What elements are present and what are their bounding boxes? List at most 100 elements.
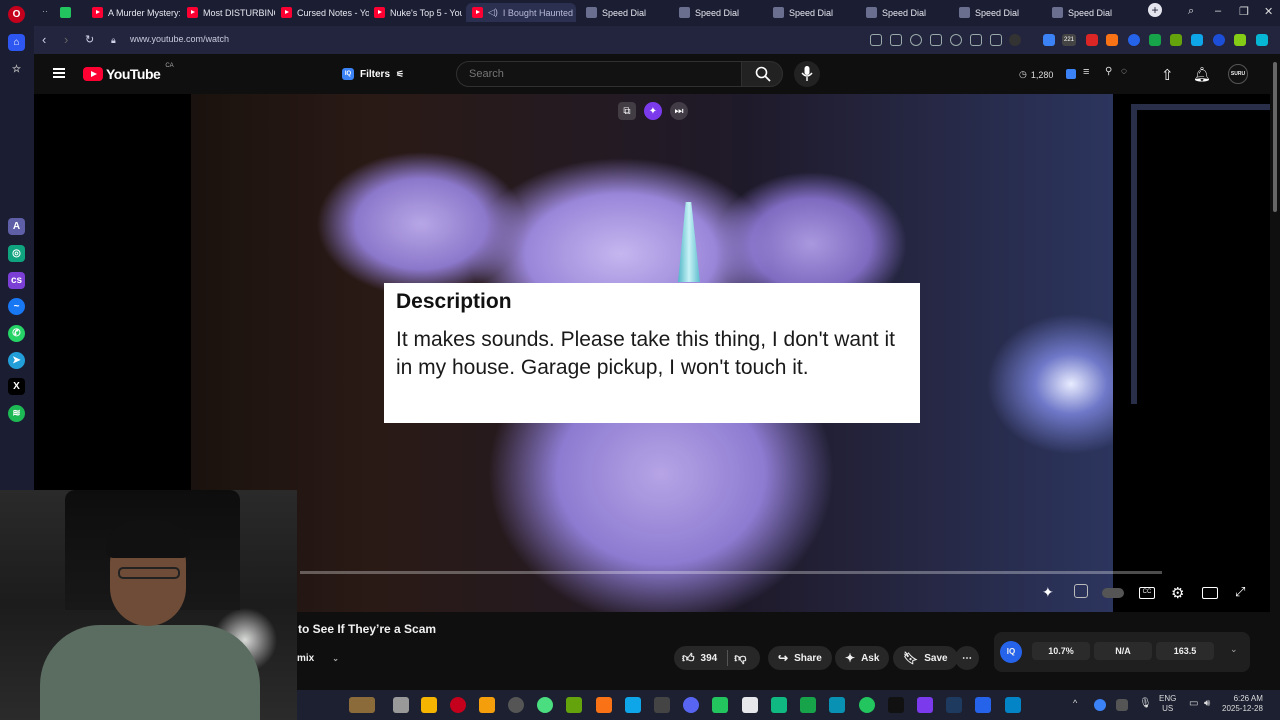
language-indicator[interactable]: ENG US (1159, 694, 1176, 714)
page-scrollbar[interactable] (1270, 54, 1280, 614)
voice-search-button[interactable] (794, 61, 820, 87)
tab-6[interactable]: Speed Dial (673, 3, 761, 22)
tab-menu-icon[interactable]: ·· (42, 6, 48, 16)
extension-icon[interactable] (1086, 34, 1098, 46)
aria-icon[interactable]: A (8, 218, 25, 235)
profile-avatar-icon[interactable] (1009, 34, 1021, 46)
app-icon[interactable] (508, 697, 524, 713)
like-button[interactable]: 👍︎ 394 (682, 651, 717, 666)
edit-icon[interactable] (870, 34, 882, 46)
url-field[interactable]: www.youtube.com/watch (130, 34, 229, 44)
minimize-icon[interactable]: – (1215, 5, 1221, 17)
extension-icon[interactable] (1234, 34, 1246, 46)
iq-icon[interactable] (1074, 584, 1088, 598)
new-tab-icon[interactable]: + (1148, 3, 1162, 17)
menu-icon[interactable] (990, 34, 1002, 46)
extension-icon[interactable] (1128, 34, 1140, 46)
fullscreen-icon[interactable]: ⤢ (1235, 584, 1253, 602)
chevron-down-icon[interactable]: ⌄ (1230, 644, 1238, 655)
app-icon[interactable] (829, 697, 845, 713)
extension-icon[interactable] (1213, 34, 1225, 46)
pinned-tab-icon[interactable] (60, 7, 71, 18)
app-icon[interactable] (479, 697, 495, 713)
save-button[interactable]: 🔖︎ Save (893, 646, 958, 670)
tab-1[interactable]: Most DISTURBING A (181, 3, 275, 22)
forward-icon[interactable]: › (64, 32, 68, 47)
microphone-icon[interactable]: 🎙︎ (1139, 698, 1152, 709)
opera-icon[interactable] (450, 697, 466, 713)
app-icon[interactable] (975, 697, 991, 713)
guide-menu-icon[interactable] (53, 68, 65, 78)
search-tabs-icon[interactable]: ⌕ (1188, 5, 1194, 18)
tab-8[interactable]: Speed Dial (860, 3, 948, 22)
camera-icon[interactable] (890, 34, 902, 46)
spotify-icon[interactable]: ≋ (8, 405, 25, 422)
tab-4[interactable]: ◁) I Bought Haunted Iter (466, 3, 576, 22)
whatsapp-icon[interactable]: ✆ (8, 325, 25, 342)
more-actions-button[interactable]: ⋯ (955, 646, 979, 670)
share-button[interactable]: ↪ Share (768, 646, 832, 670)
app-icon[interactable] (654, 697, 670, 713)
upload-icon[interactable]: ⇧ (1161, 66, 1177, 84)
app-icon[interactable] (917, 697, 933, 713)
shield-icon[interactable] (910, 34, 922, 46)
file-explorer-icon[interactable] (421, 697, 437, 713)
app-icon[interactable] (771, 697, 787, 713)
chatgpt-icon[interactable]: ◎ (8, 245, 25, 262)
copy-icon[interactable]: ⧉ (618, 102, 636, 120)
chat-icon[interactable]: ◌ (1121, 66, 1137, 82)
tray-icon[interactable] (1116, 699, 1128, 711)
settings-gear-icon[interactable]: ⚙ (1171, 584, 1189, 602)
tab-7[interactable]: Speed Dial (767, 3, 855, 22)
notifications-bell-icon[interactable]: 🔔︎ (1193, 66, 1211, 82)
tab-10[interactable]: Speed Dial (1046, 3, 1134, 22)
skip-icon[interactable]: ⏭ (670, 102, 688, 120)
network-icon[interactable]: ▭ (1189, 698, 1198, 709)
app-icon[interactable] (859, 697, 875, 713)
progress-bar[interactable] (300, 571, 1162, 574)
extension-icon[interactable] (1191, 34, 1203, 46)
sparkle-icon[interactable]: ✦ (644, 102, 662, 120)
rss-icon[interactable] (1106, 34, 1118, 46)
iq-badge[interactable]: IQ (1000, 641, 1022, 663)
ask-button[interactable]: ✦ Ask (835, 646, 890, 670)
steam-icon[interactable] (946, 697, 962, 713)
extension-badge[interactable]: 221 (1062, 34, 1076, 46)
tab-9[interactable]: Speed Dial (953, 3, 1041, 22)
discord-icon[interactable] (683, 697, 699, 713)
extension-icon[interactable] (1256, 34, 1268, 46)
list-icon[interactable]: ≡ (1083, 66, 1099, 82)
start-icon[interactable] (393, 697, 409, 713)
volume-icon[interactable]: 🔊︎ (1204, 698, 1210, 709)
bookmarks-icon[interactable]: ☆ (8, 61, 25, 78)
play-icon[interactable] (930, 34, 942, 46)
channel-name[interactable]: mix ⌄ (297, 653, 339, 664)
download-icon[interactable] (970, 34, 982, 46)
vlc-icon[interactable] (596, 697, 612, 713)
tray-overflow-icon[interactable]: ^ (1073, 698, 1077, 708)
dislike-button[interactable]: 👎︎ (734, 651, 746, 666)
autoplay-toggle[interactable] (1102, 588, 1124, 598)
cs-icon[interactable]: cs (8, 272, 25, 289)
back-icon[interactable]: ‹ (42, 32, 46, 47)
news-widget-icon[interactable] (349, 697, 375, 713)
captions-icon[interactable]: CC (1139, 587, 1155, 599)
restore-icon[interactable]: ❐ (1239, 5, 1249, 18)
x-icon[interactable]: X (8, 378, 25, 395)
heart-icon[interactable] (950, 34, 962, 46)
app-icon[interactable] (800, 697, 816, 713)
app-icon[interactable] (742, 697, 758, 713)
iq-icon[interactable] (1066, 69, 1076, 79)
ai-sparkle-icon[interactable]: ✦ (1042, 584, 1060, 602)
app-icon[interactable] (566, 697, 582, 713)
extension-icon[interactable] (1043, 34, 1055, 46)
tab-2[interactable]: Cursed Notes - YouT (275, 3, 369, 22)
speaker-icon[interactable]: ◁) (488, 7, 498, 18)
tray-icon[interactable] (1094, 699, 1106, 711)
app-icon[interactable] (712, 697, 728, 713)
home-icon[interactable]: ⌂ (8, 34, 25, 51)
tab-3[interactable]: Nuke's Top 5 - YouT (368, 3, 462, 22)
avatar[interactable]: SURU (1228, 64, 1248, 84)
opera-logo-icon[interactable]: O (8, 6, 25, 23)
app-icon[interactable] (625, 697, 641, 713)
